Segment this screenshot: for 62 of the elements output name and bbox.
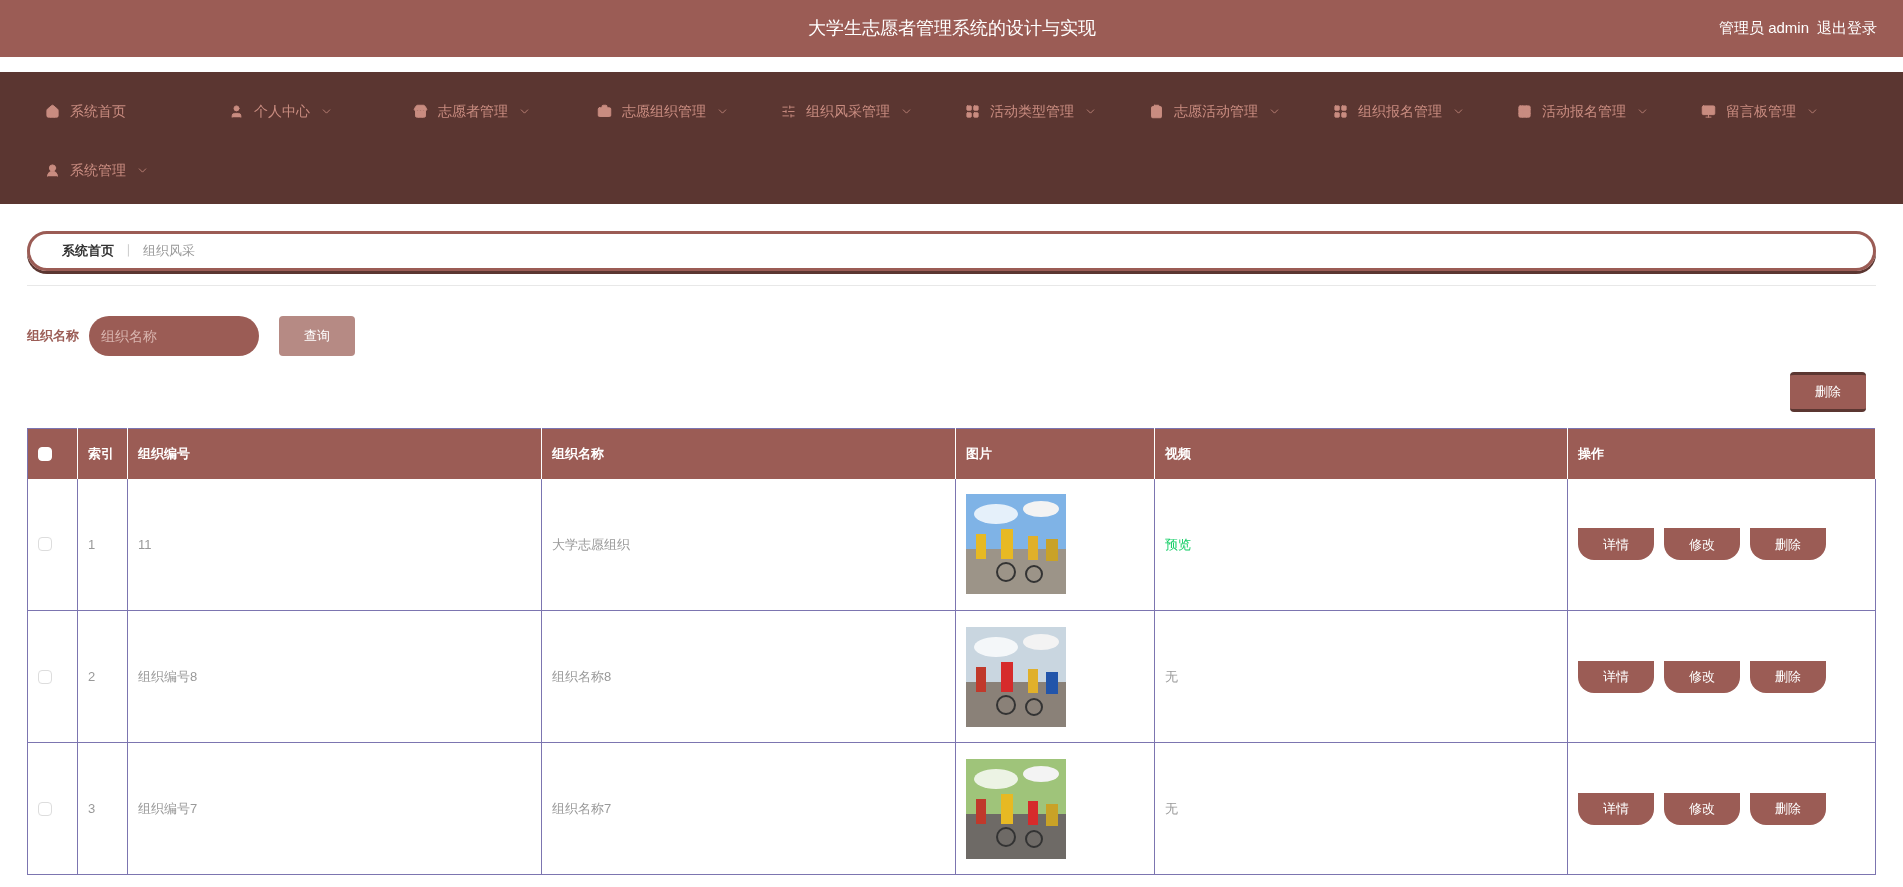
user-label: 管理员 admin (1718, 18, 1809, 39)
preview-link[interactable]: 预览 (1165, 536, 1191, 552)
action-button[interactable]: 修改 (1664, 792, 1740, 825)
action-button[interactable]: 详情 (1578, 792, 1654, 825)
row-checkbox[interactable] (38, 669, 52, 684)
app-title: 大学生志愿者管理系统的设计与实现 (807, 17, 1096, 40)
index-text: 1 (88, 536, 96, 552)
action-button[interactable]: 修改 (1664, 660, 1740, 693)
logout-link[interactable]: 退出登录 (1817, 17, 1877, 40)
monitor-icon (1701, 104, 1716, 119)
action-button[interactable]: 删除 (1750, 660, 1826, 693)
nav-item[interactable]: 志愿活动管理 (1124, 82, 1308, 141)
code-text: 组织编号7 (138, 800, 198, 816)
briefcase-icon (597, 104, 612, 119)
video-text: 无 (1165, 668, 1178, 684)
column-header: 组织名称 (552, 446, 604, 461)
column-header: 索引 (88, 446, 114, 461)
name-text: 组织名称8 (552, 668, 612, 684)
row-checkbox[interactable] (38, 537, 52, 552)
nav-item[interactable]: 活动报名管理 (1492, 82, 1676, 141)
video-text: 无 (1165, 800, 1178, 816)
action-button[interactable]: 详情 (1578, 528, 1654, 561)
grid-icon (965, 104, 980, 119)
breadcrumb-current: 组织风采 (143, 242, 195, 261)
index-text: 3 (88, 800, 96, 816)
person-icon (229, 104, 244, 119)
nav-item[interactable]: 活动类型管理 (940, 82, 1124, 141)
index-text: 2 (88, 668, 96, 684)
name-text: 组织名称7 (552, 800, 612, 816)
nav-item[interactable]: 系统首页 (20, 82, 204, 141)
nav-item[interactable]: 留言板管理 (1676, 82, 1860, 141)
action-button[interactable]: 修改 (1664, 528, 1740, 561)
shop-icon (413, 104, 428, 119)
breadcrumb-home[interactable]: 系统首页 (62, 241, 114, 261)
code-text: 11 (138, 536, 152, 552)
clipboard-icon (1149, 104, 1164, 119)
nav-item[interactable]: 志愿者管理 (388, 82, 572, 141)
column-header: 视频 (1165, 446, 1191, 461)
nav-item[interactable]: 组织报名管理 (1308, 82, 1492, 141)
action-button[interactable]: 删除 (1750, 792, 1826, 825)
grid-icon (1333, 104, 1348, 119)
column-header: 操作 (1578, 446, 1604, 461)
person-icon (45, 163, 60, 178)
grid-icon (1517, 104, 1532, 119)
action-button[interactable]: 详情 (1578, 660, 1654, 693)
sliders-icon (781, 104, 796, 119)
delete-button[interactable]: 删除 (1790, 372, 1866, 412)
row-checkbox[interactable] (38, 801, 52, 816)
nav-item[interactable]: 个人中心 (204, 82, 388, 141)
name-text: 大学志愿组织 (552, 536, 630, 552)
search-field[interactable]: 组织名称 (89, 316, 259, 356)
nav-item[interactable]: 志愿组织管理 (572, 82, 756, 141)
column-header: 组织编号 (138, 446, 190, 461)
nav-item[interactable]: 组织风采管理 (756, 82, 940, 141)
nav-item[interactable]: 系统管理 (20, 141, 204, 200)
home-icon (45, 104, 60, 119)
search-label: 组织名称 (27, 327, 79, 346)
code-text: 组织编号8 (138, 668, 198, 684)
search-button[interactable]: 查询 (279, 316, 355, 356)
column-header: 图片 (966, 446, 992, 461)
select-all-checkbox[interactable] (38, 446, 52, 461)
action-button[interactable]: 删除 (1750, 528, 1826, 561)
